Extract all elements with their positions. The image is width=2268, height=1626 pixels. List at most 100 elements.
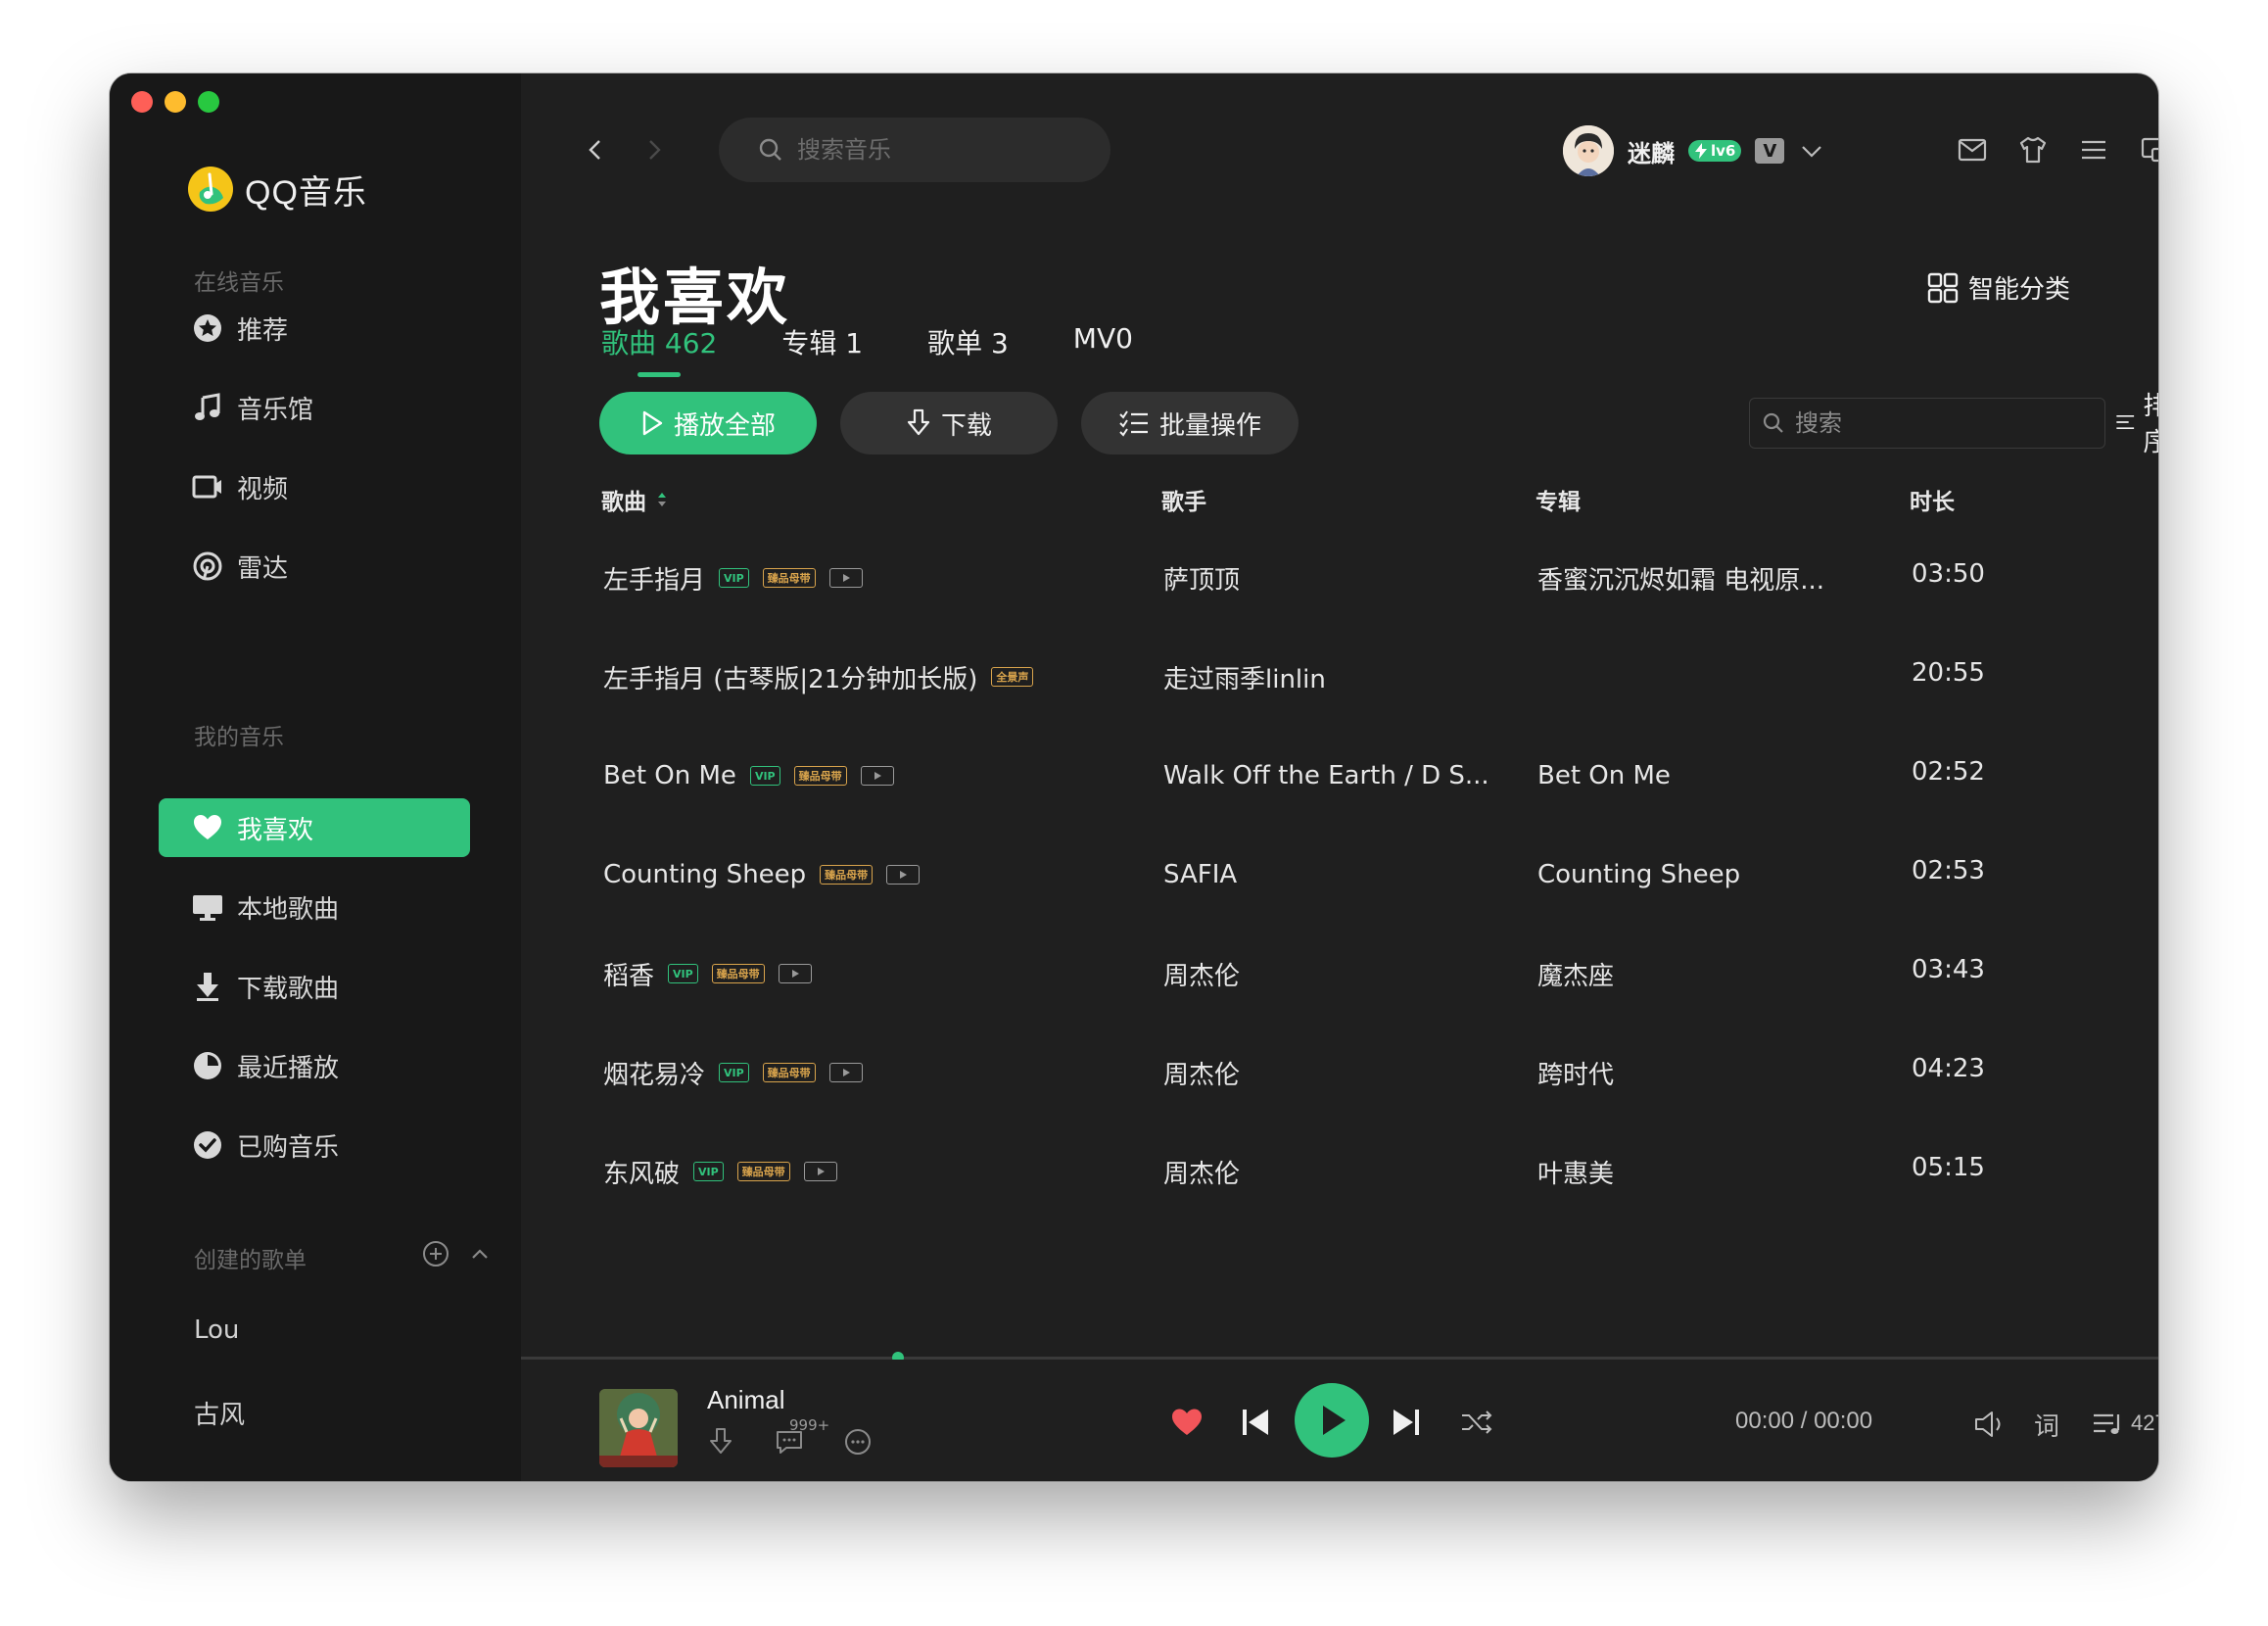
album-name[interactable]: 香蜜沉沉烬如霜 电视原... bbox=[1537, 545, 1824, 611]
song-title[interactable]: 左手指月 bbox=[603, 560, 705, 597]
artist-name[interactable]: SAFIA bbox=[1163, 841, 1237, 908]
download-track-button[interactable] bbox=[703, 1424, 738, 1459]
minimize-window-button[interactable] bbox=[165, 91, 186, 113]
like-button[interactable] bbox=[1167, 1403, 1206, 1442]
tab-playlists[interactable]: 歌单 3 bbox=[927, 322, 1009, 373]
chevron-down-icon[interactable] bbox=[1798, 137, 1825, 165]
sidebar-item-purchased[interactable]: 已购音乐 bbox=[159, 1116, 470, 1174]
play-pause-button[interactable] bbox=[1295, 1383, 1369, 1458]
play-all-button[interactable]: 播放全部 bbox=[599, 392, 817, 454]
app-window: QQ音乐 在线音乐 推荐 音乐馆 视频 雷达 我的音乐 我喜欢 本地歌曲 下载歌… bbox=[110, 73, 2158, 1481]
table-row[interactable]: 左手指月 (古琴版|21分钟加长版) 全景声 走过雨季linlin 20:55 bbox=[521, 644, 2158, 710]
mv-button[interactable] bbox=[778, 964, 812, 983]
sidebar-item-favorites[interactable]: 我喜欢 bbox=[159, 798, 470, 857]
mv-button[interactable] bbox=[828, 568, 863, 588]
back-button[interactable] bbox=[576, 130, 615, 169]
album-name[interactable]: 魔杰座 bbox=[1537, 940, 1614, 1007]
list-search[interactable] bbox=[1749, 398, 2105, 449]
artist-name[interactable]: 周杰伦 bbox=[1163, 1039, 1240, 1106]
global-search[interactable] bbox=[719, 118, 1110, 182]
table-row[interactable]: 左手指月 VIP 臻品母带 萨顶顶 香蜜沉沉烬如霜 电视原... 03:50 bbox=[521, 545, 2158, 611]
previous-track-button[interactable] bbox=[1236, 1403, 1275, 1442]
tab-albums[interactable]: 专辑 1 bbox=[781, 322, 863, 373]
album-name[interactable]: 跨时代 bbox=[1537, 1039, 1614, 1106]
shuffle-button[interactable] bbox=[1457, 1403, 1496, 1442]
mv-button[interactable] bbox=[886, 865, 921, 885]
album-name[interactable]: Counting Sheep bbox=[1537, 841, 1740, 908]
avatar[interactable] bbox=[1563, 125, 1614, 176]
playlist-queue-button[interactable] bbox=[2088, 1405, 2127, 1444]
list-search-input[interactable] bbox=[1795, 409, 2089, 437]
song-title[interactable]: 稻香 bbox=[603, 956, 654, 992]
user-info[interactable]: 迷麟 lv6 V bbox=[1563, 124, 1825, 177]
mv-button[interactable] bbox=[803, 1162, 837, 1181]
column-header-duration[interactable]: 时长 bbox=[1910, 483, 1955, 516]
lightning-icon bbox=[1695, 143, 1707, 159]
table-row[interactable]: Bet On Me VIP 臻品母带 Walk Off the Earth / D … bbox=[521, 742, 2158, 809]
table-row[interactable]: Counting Sheep 臻品母带 SAFIA Counting Sheep … bbox=[521, 841, 2158, 908]
sidebar-item-radar[interactable]: 雷达 bbox=[159, 537, 470, 596]
volume-button[interactable] bbox=[1970, 1405, 2009, 1444]
mv-button[interactable] bbox=[828, 1063, 863, 1082]
album-cover[interactable] bbox=[599, 1389, 678, 1467]
playlist-item[interactable]: 古风 bbox=[194, 1395, 245, 1431]
heart-icon bbox=[1172, 1409, 1202, 1435]
main-menu-button[interactable] bbox=[2072, 128, 2115, 171]
column-header-song[interactable]: 歌曲 bbox=[601, 483, 668, 516]
lyrics-button[interactable]: 词 bbox=[2027, 1405, 2066, 1444]
skin-button[interactable] bbox=[2011, 128, 2055, 171]
now-playing-title[interactable]: Animal bbox=[707, 1385, 784, 1415]
table-row[interactable]: 烟花易冷 VIP 臻品母带 周杰伦 跨时代 04:23 bbox=[521, 1039, 2158, 1106]
maximize-window-button[interactable] bbox=[198, 91, 219, 113]
sort-button[interactable]: 排序 bbox=[2115, 392, 2158, 457]
sidebar-item-label: 已购音乐 bbox=[237, 1132, 340, 1163]
column-header-album[interactable]: 专辑 bbox=[1536, 483, 1581, 516]
song-title[interactable]: Bet On Me bbox=[603, 761, 736, 790]
sidebar-item-recent[interactable]: 最近播放 bbox=[159, 1036, 470, 1095]
song-title[interactable]: 烟花易冷 bbox=[603, 1055, 705, 1091]
tab-mv[interactable]: MV0 bbox=[1073, 322, 1133, 373]
next-track-button[interactable] bbox=[1387, 1403, 1426, 1442]
add-playlist-button[interactable] bbox=[421, 1239, 450, 1268]
table-row[interactable]: 稻香 VIP 臻品母带 周杰伦 魔杰座 03:43 bbox=[521, 940, 2158, 1007]
artist-name[interactable]: 周杰伦 bbox=[1163, 1138, 1240, 1205]
album-name[interactable]: 叶惠美 bbox=[1537, 1138, 1614, 1205]
artist-name[interactable]: 萨顶顶 bbox=[1163, 545, 1240, 611]
artist-name[interactable]: 走过雨季linlin bbox=[1163, 644, 1326, 710]
sidebar-item-video[interactable]: 视频 bbox=[159, 457, 470, 516]
check-circle-icon bbox=[192, 1129, 223, 1161]
sidebar-item-local[interactable]: 本地歌曲 bbox=[159, 878, 470, 936]
username[interactable]: 迷麟 bbox=[1628, 134, 1675, 168]
download-button[interactable]: 下载 bbox=[840, 392, 1058, 454]
forward-button[interactable] bbox=[635, 130, 674, 169]
table-row[interactable]: 东风破 VIP 臻品母带 周杰伦 叶惠美 05:15 bbox=[521, 1138, 2158, 1205]
song-title[interactable]: Counting Sheep bbox=[603, 860, 806, 889]
level-badge[interactable]: lv6 bbox=[1688, 140, 1742, 162]
vip-badge[interactable]: V bbox=[1755, 138, 1785, 164]
sidebar-item-recommend[interactable]: 推荐 bbox=[159, 299, 470, 358]
sidebar-item-downloads[interactable]: 下载歌曲 bbox=[159, 957, 470, 1016]
close-window-button[interactable] bbox=[131, 91, 153, 113]
smart-classify-button[interactable]: 智能分类 bbox=[1927, 269, 2070, 306]
more-options-button[interactable] bbox=[840, 1424, 875, 1459]
grid-icon bbox=[1927, 272, 1959, 303]
sidebar-item-music-hall[interactable]: 音乐馆 bbox=[159, 378, 470, 437]
album-name[interactable]: Bet On Me bbox=[1537, 742, 1671, 809]
mini-mode-button[interactable] bbox=[2133, 128, 2158, 171]
sort-arrows-icon bbox=[658, 493, 666, 506]
tab-songs[interactable]: 歌曲 462 bbox=[601, 322, 717, 373]
tshirt-icon bbox=[2019, 136, 2047, 164]
artist-name[interactable]: Walk Off the Earth / D S... bbox=[1163, 742, 1489, 809]
playback-time: 00:00 / 00:00 bbox=[1735, 1408, 1873, 1434]
column-header-artist[interactable]: 歌手 bbox=[1161, 483, 1206, 516]
batch-operation-button[interactable]: 批量操作 bbox=[1081, 392, 1299, 454]
song-title[interactable]: 东风破 bbox=[603, 1154, 680, 1190]
mv-button[interactable] bbox=[860, 766, 894, 786]
song-title[interactable]: 左手指月 (古琴版|21分钟加长版) bbox=[603, 659, 977, 695]
search-input[interactable] bbox=[797, 136, 1091, 164]
collapse-playlists-button[interactable] bbox=[468, 1243, 492, 1267]
playlist-item[interactable]: Lou bbox=[194, 1315, 239, 1345]
artist-name[interactable]: 周杰伦 bbox=[1163, 940, 1240, 1007]
messages-button[interactable] bbox=[1951, 128, 1994, 171]
app-name: QQ音乐 bbox=[245, 173, 367, 212]
